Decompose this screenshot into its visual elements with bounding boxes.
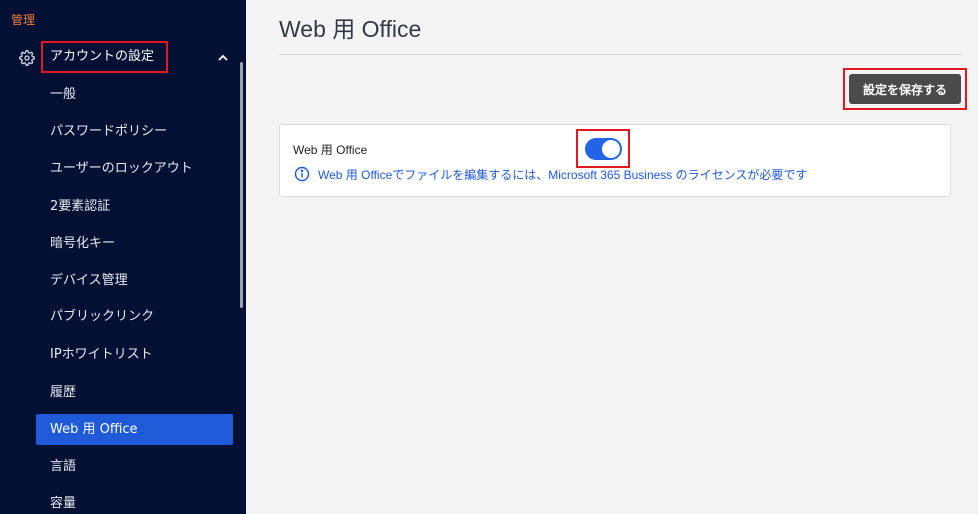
save-button-highlight: 設定を保存する (843, 68, 967, 110)
section-title: アカウントの設定 (41, 41, 168, 73)
gear-icon (19, 50, 35, 66)
sidebar-item-storage[interactable]: 容量 (36, 488, 233, 514)
office-web-setting-card: Web 用 Office Web 用 Officeでファイルを編集するには、Mi… (279, 124, 951, 197)
sidebar-item-history[interactable]: 履歴 (36, 377, 233, 408)
sidebar-item-ip-whitelist[interactable]: IPホワイトリスト (36, 339, 233, 370)
admin-label: 管理 (11, 13, 36, 27)
sidebar-item-password-policy[interactable]: パスワードポリシー (36, 116, 233, 147)
sidebar-item-language[interactable]: 言語 (36, 451, 233, 482)
office-web-toggle[interactable] (585, 138, 622, 160)
sidebar-item-user-lockout[interactable]: ユーザーのロックアウト (36, 153, 233, 184)
sidebar-item-device-management[interactable]: デバイス管理 (36, 265, 233, 296)
sidebar-item-general[interactable]: 一般 (36, 79, 233, 110)
save-settings-button[interactable]: 設定を保存する (849, 74, 961, 104)
page-title: Web 用 Office (279, 16, 422, 42)
sidebar-scrollbar[interactable] (240, 62, 243, 308)
sidebar-item-two-factor-auth[interactable]: 2要素認証 (36, 191, 233, 222)
sidebar-item-encryption-key[interactable]: 暗号化キー (36, 228, 233, 259)
account-settings-header[interactable]: アカウントの設定 (0, 41, 246, 75)
toggle-highlight (576, 129, 630, 168)
license-info-text: Web 用 Officeでファイルを編集するには、Microsoft 365 B… (318, 168, 808, 182)
sidebar-item-public-link[interactable]: パブリックリンク (36, 301, 233, 332)
chevron-up-icon[interactable] (217, 52, 229, 64)
sidebar: 管理 アカウントの設定 一般 パスワードポリシー ユーザーのロックアウト 2要素… (0, 0, 246, 514)
toggle-knob (602, 140, 620, 158)
title-divider (279, 54, 963, 55)
main-content: Web 用 Office 設定を保存する Web 用 Office Web 用 … (246, 0, 978, 514)
info-icon (294, 166, 310, 182)
setting-label: Web 用 Office (293, 143, 368, 157)
sidebar-item-office-web[interactable]: Web 用 Office (36, 414, 233, 445)
